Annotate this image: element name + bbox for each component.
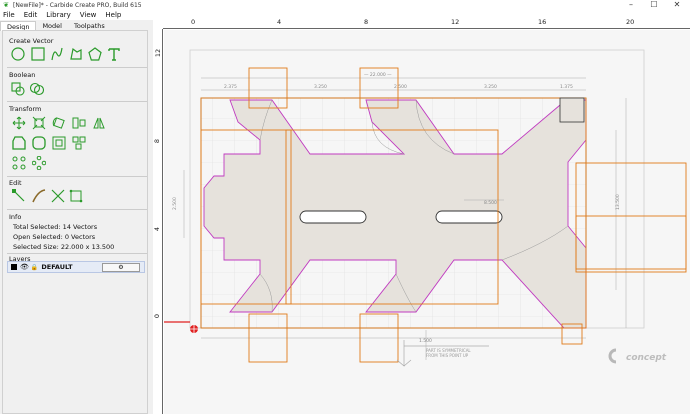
section-create-vector: Create Vector (9, 37, 54, 45)
subtract-tool-icon[interactable] (29, 82, 45, 96)
ruler-label: 4 (277, 18, 282, 26)
ruler-label: 8 (153, 138, 162, 144)
move-tool-icon[interactable] (12, 116, 26, 130)
trim-tool-icon[interactable] (51, 189, 65, 203)
mirror-tool-icon[interactable] (92, 116, 106, 130)
svg-text:3.250: 3.250 (314, 84, 327, 90)
node-edit-icon[interactable] (12, 189, 26, 203)
divider (7, 176, 147, 177)
align-tool-icon[interactable] (72, 116, 86, 130)
divider (7, 101, 147, 102)
slot-right (435, 210, 503, 224)
vertical-ruler: 12 8 4 0 (153, 29, 163, 414)
array-tool-icon[interactable] (72, 136, 86, 150)
close-icon[interactable]: ✕ (666, 0, 688, 10)
info-open-selected: Open Selected: 0 Vectors (13, 233, 96, 241)
svg-text:3.250: 3.250 (484, 84, 497, 90)
carbide-create-window: ❦ [NewFile]* - Carbide Create PRO, Build… (0, 0, 690, 414)
info-total-selected: Total Selected: 14 Vectors (13, 223, 98, 231)
window-title: [NewFile]* - Carbide Create PRO, Build 6… (13, 1, 142, 9)
svg-text:— 22.000 —: — 22.000 — (364, 72, 392, 78)
annotation-line-2: FROM THIS POINT UP (426, 353, 469, 358)
svg-text:1.375: 1.375 (560, 84, 573, 90)
drawing-canvas[interactable]: — 22.000 — 2.375 3.250 2.500 3.250 1.375 13… (164, 30, 690, 414)
menu-file[interactable]: File (3, 11, 15, 19)
section-info: Info (9, 213, 22, 221)
gear-icon: ⚙ (118, 264, 124, 271)
layer-settings-button[interactable]: ⚙ (102, 263, 140, 272)
menu-edit[interactable]: Edit (24, 11, 38, 19)
text-tool-icon[interactable] (107, 47, 121, 61)
ruler-label: 4 (153, 226, 162, 232)
section-boolean: Boolean (9, 71, 36, 79)
ruler-label: 20 (626, 18, 635, 26)
section-edit: Edit (9, 179, 22, 187)
layer-color-swatch[interactable] (11, 264, 17, 270)
info-selected-size: Selected Size: 22.000 x 13.500 (13, 243, 115, 251)
ruler-label: 16 (538, 18, 547, 26)
design-panel: Create Vector Boolean Transform Edit Inf… (2, 30, 148, 414)
svg-text:concept: concept (626, 353, 667, 363)
polyline-tool-icon[interactable] (69, 47, 83, 61)
divider (7, 253, 147, 254)
svg-text:1.500: 1.500 (419, 338, 432, 344)
ruler-label: 0 (191, 18, 196, 26)
svg-text:2.500: 2.500 (394, 84, 407, 90)
offset-tool-icon[interactable] (12, 136, 26, 150)
title-bar: ❦ [NewFile]* - Carbide Create PRO, Build… (0, 0, 690, 10)
section-transform: Transform (9, 105, 42, 113)
scale-tool-icon[interactable] (32, 116, 46, 130)
visibility-eye-icon[interactable]: 👁 (20, 263, 29, 271)
layer-row[interactable]: 👁 🔒 DEFAULT ⚙ (7, 261, 145, 273)
circle-tool-icon[interactable] (11, 47, 25, 61)
knife-tool-icon[interactable] (32, 189, 46, 203)
divider (7, 209, 147, 210)
weld-tool-icon[interactable] (11, 82, 25, 96)
lock-icon[interactable]: 🔒 (31, 264, 38, 271)
design-drawing[interactable]: — 22.000 — 2.375 3.250 2.500 3.250 1.375 13… (164, 30, 690, 414)
concept-logo: concept (608, 348, 667, 364)
svg-text:2.500: 2.500 (172, 197, 178, 210)
svg-text:13.500: 13.500 (615, 194, 621, 210)
ruler-label: 12 (154, 48, 163, 58)
ruler-label: 8 (364, 18, 369, 26)
ruler-label: 0 (153, 313, 162, 319)
menu-library[interactable]: Library (46, 11, 70, 19)
curve-tool-icon[interactable] (50, 47, 64, 61)
polygon-tool-icon[interactable] (88, 47, 102, 61)
horizontal-ruler: 0 4 8 12 16 20 (163, 17, 690, 29)
layer-name: DEFAULT (41, 263, 73, 271)
svg-text:8.500: 8.500 (484, 200, 497, 206)
rotate-tool-icon[interactable] (52, 116, 66, 130)
menu-help[interactable]: Help (105, 11, 121, 19)
join-tool-icon[interactable] (69, 189, 83, 203)
carbide-leaf-icon: ❦ (3, 1, 9, 9)
ruler-label: 12 (451, 18, 460, 26)
minimize-icon[interactable]: – (620, 0, 642, 10)
menu-view[interactable]: View (80, 11, 97, 19)
svg-text:2.375: 2.375 (224, 84, 237, 90)
grid-array-icon[interactable] (12, 156, 26, 170)
slot-left (299, 210, 367, 224)
rectangle-tool-icon[interactable] (31, 47, 45, 61)
inset-tool-icon[interactable] (52, 136, 66, 150)
circular-array-icon[interactable] (31, 155, 47, 171)
fillet-tool-icon[interactable] (32, 136, 46, 150)
maximize-icon[interactable]: ☐ (643, 0, 665, 10)
divider (7, 67, 147, 68)
design-canvas-area: 0 4 8 12 16 20 12 8 4 0 — 22.000 — 2.375… (153, 17, 690, 414)
